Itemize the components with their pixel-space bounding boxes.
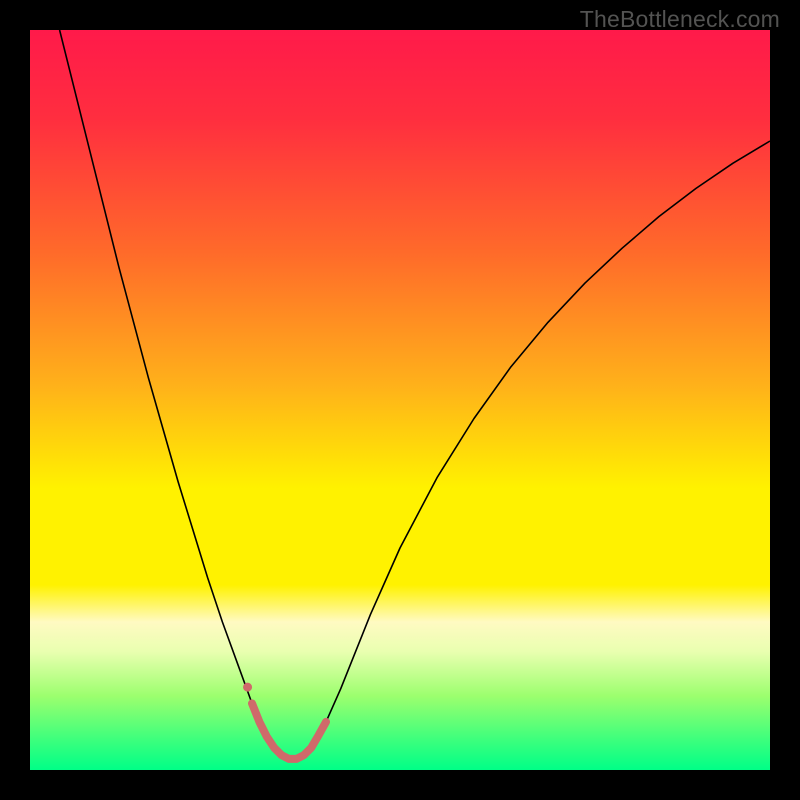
marker-layer [243,683,252,692]
chart-frame: TheBottleneck.com [0,0,800,800]
watermark-text: TheBottleneck.com [580,6,780,33]
plot-area [30,30,770,770]
gradient-background [30,30,770,770]
highlight-dot [243,683,252,692]
bottleneck-chart [30,30,770,770]
